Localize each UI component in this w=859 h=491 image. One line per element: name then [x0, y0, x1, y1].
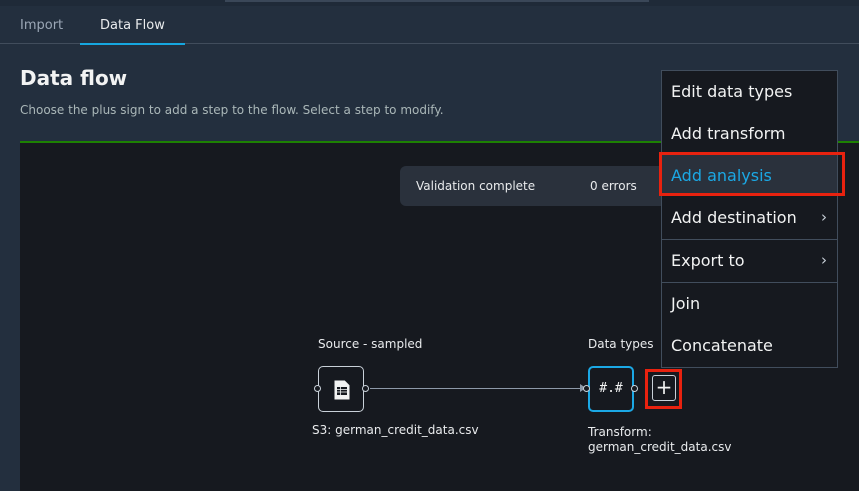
menu-divider [662, 239, 837, 240]
types-output-port[interactable] [631, 385, 638, 392]
menu-item-export-to-label: Export to [671, 251, 745, 270]
menu-item-join[interactable]: Join [662, 294, 837, 313]
types-node-caption-line2: german_credit_data.csv [588, 440, 732, 454]
top-strip [0, 0, 859, 6]
flow-connector [370, 388, 584, 389]
source-node-title: Source - sampled [318, 337, 423, 351]
page-description: Choose the plus sign to add a step to th… [20, 103, 444, 117]
add-analysis-highlight [659, 152, 845, 196]
types-node-title: Data types [588, 337, 654, 351]
menu-item-add-destination[interactable]: Add destination › [662, 208, 837, 227]
validation-errors: 0 errors [590, 179, 637, 193]
page-title: Data flow [20, 66, 128, 90]
types-node-caption-line1: Transform: [588, 425, 652, 439]
tab-bar: Import Data Flow [0, 8, 859, 45]
add-step-button[interactable]: + [652, 375, 676, 401]
menu-item-edit-data-types[interactable]: Edit data types [662, 82, 837, 101]
data-types-node[interactable]: #.# [588, 366, 634, 412]
source-node-caption: S3: german_credit_data.csv [312, 423, 479, 437]
top-strip-segment [225, 0, 649, 2]
tab-data-flow[interactable]: Data Flow [80, 8, 185, 45]
menu-item-export-to[interactable]: Export to › [662, 251, 837, 270]
file-table-icon [332, 379, 352, 405]
chevron-right-icon: › [821, 251, 827, 269]
types-input-port[interactable] [583, 385, 590, 392]
menu-item-add-destination-label: Add destination [671, 208, 797, 227]
validation-status: Validation complete [416, 179, 536, 193]
data-types-glyph: #.# [599, 381, 623, 396]
menu-item-concatenate[interactable]: Concatenate [662, 336, 837, 355]
chevron-right-icon: › [821, 208, 827, 226]
validation-banner: Validation complete 0 errors [400, 166, 680, 206]
source-node[interactable] [318, 366, 364, 412]
menu-divider [662, 282, 837, 283]
tab-import[interactable]: Import [20, 8, 63, 44]
source-input-port[interactable] [314, 385, 321, 392]
source-output-port[interactable] [362, 385, 369, 392]
menu-item-add-transform[interactable]: Add transform [662, 124, 837, 143]
